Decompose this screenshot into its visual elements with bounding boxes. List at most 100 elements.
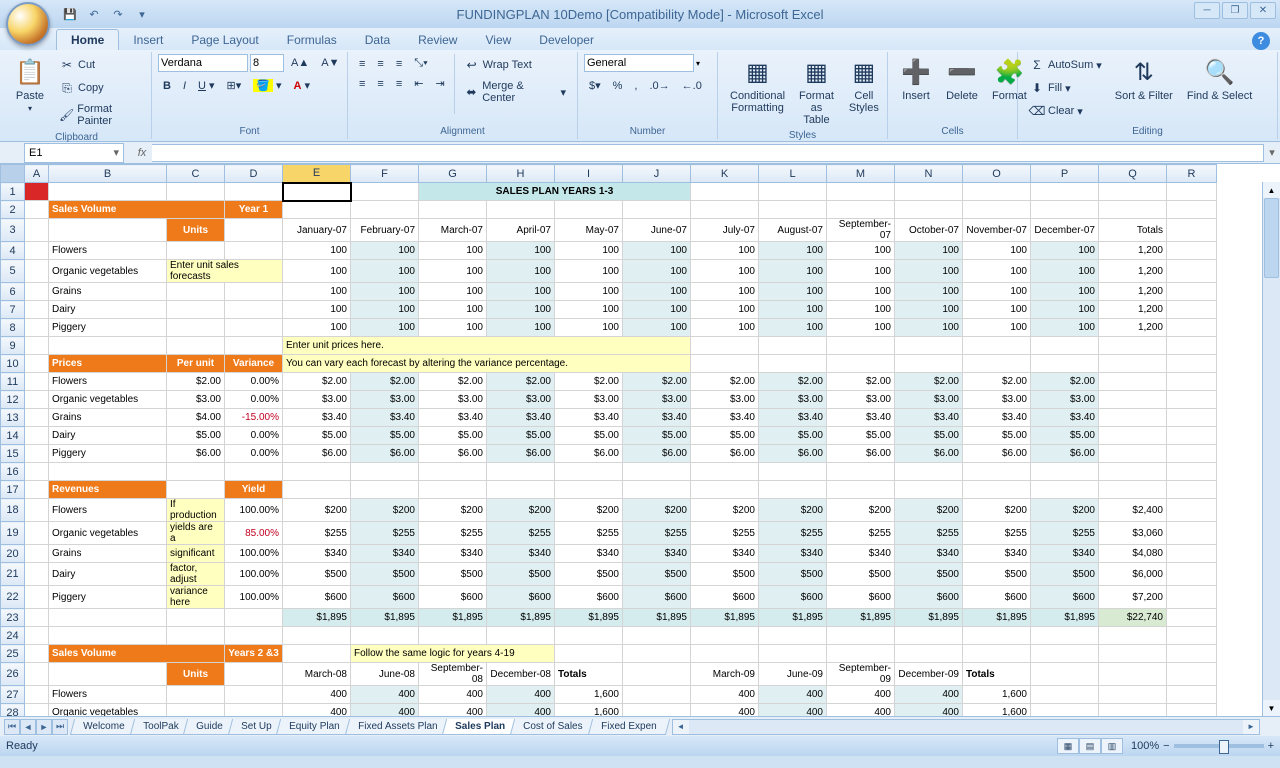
page-layout-view-button[interactable]: ▤ <box>1079 738 1101 754</box>
cell[interactable] <box>1167 301 1217 319</box>
cell[interactable]: $255 <box>963 522 1031 545</box>
cell[interactable]: 100 <box>555 301 623 319</box>
cell[interactable]: 1,600 <box>555 686 623 704</box>
cell[interactable]: 400 <box>691 686 759 704</box>
cell[interactable]: Flowers <box>49 686 167 704</box>
cell[interactable]: $200 <box>827 499 895 522</box>
cell[interactable] <box>1099 686 1167 704</box>
cell[interactable] <box>25 522 49 545</box>
cell[interactable] <box>167 463 225 481</box>
cell[interactable]: 100 <box>623 242 691 260</box>
cell[interactable] <box>827 355 895 373</box>
cell[interactable] <box>49 663 167 686</box>
cell[interactable] <box>25 704 49 717</box>
cell[interactable]: 400 <box>759 686 827 704</box>
cell[interactable] <box>1031 481 1099 499</box>
cell[interactable] <box>225 337 283 355</box>
cell[interactable] <box>487 463 555 481</box>
cell[interactable]: 1,600 <box>963 686 1031 704</box>
cell[interactable]: 100 <box>555 242 623 260</box>
cell[interactable] <box>167 609 225 627</box>
cell[interactable]: 100 <box>691 301 759 319</box>
cell[interactable]: $255 <box>623 522 691 545</box>
cell[interactable] <box>167 301 225 319</box>
cell-styles-button[interactable]: ▦Cell Styles <box>842 54 886 116</box>
cell[interactable] <box>351 183 419 201</box>
cell[interactable]: $3.40 <box>895 409 963 427</box>
tab-review[interactable]: Review <box>404 30 471 50</box>
cell[interactable]: 100.00% <box>225 586 283 609</box>
cell[interactable]: $6.00 <box>759 445 827 463</box>
cell[interactable]: 400 <box>283 686 351 704</box>
column-header[interactable]: 14 <box>1 427 25 445</box>
cell[interactable]: Flowers <box>49 373 167 391</box>
align-middle-button[interactable]: ≡ <box>372 55 388 73</box>
cell[interactable]: Revenues <box>49 481 167 499</box>
cell[interactable] <box>1167 609 1217 627</box>
cell[interactable] <box>827 201 895 219</box>
chevron-down-icon[interactable]: ▾ <box>113 146 119 159</box>
cell[interactable] <box>25 301 49 319</box>
cell[interactable] <box>1167 445 1217 463</box>
cell[interactable] <box>225 686 283 704</box>
cell[interactable]: $200 <box>555 499 623 522</box>
cell[interactable] <box>1167 481 1217 499</box>
sheet-tab[interactable]: ToolPak <box>129 719 191 735</box>
cell[interactable] <box>1031 337 1099 355</box>
cell[interactable]: $255 <box>827 522 895 545</box>
cell[interactable]: $340 <box>487 545 555 563</box>
cell[interactable]: April-07 <box>487 219 555 242</box>
cell[interactable]: $6.00 <box>963 445 1031 463</box>
cell[interactable] <box>25 201 49 219</box>
cell[interactable] <box>759 645 827 663</box>
cell[interactable] <box>895 645 963 663</box>
cell[interactable]: $6.00 <box>419 445 487 463</box>
cell[interactable] <box>283 645 351 663</box>
cell[interactable]: 100 <box>895 260 963 283</box>
bold-button[interactable]: B <box>158 77 176 95</box>
column-header[interactable]: I <box>555 165 623 183</box>
cell[interactable]: $3.00 <box>623 391 691 409</box>
cell[interactable]: $7,200 <box>1099 586 1167 609</box>
cell[interactable]: $3.00 <box>419 391 487 409</box>
cell[interactable]: $3.40 <box>963 409 1031 427</box>
zoom-out-button[interactable]: − <box>1163 740 1169 752</box>
cell[interactable]: $500 <box>623 563 691 586</box>
cell[interactable] <box>25 373 49 391</box>
cell[interactable] <box>623 627 691 645</box>
cell[interactable] <box>895 627 963 645</box>
paste-button[interactable]: 📋Paste▾ <box>8 54 52 115</box>
cell[interactable]: 400 <box>351 686 419 704</box>
cell[interactable]: $2.00 <box>555 373 623 391</box>
cell[interactable]: If production <box>167 499 225 522</box>
cell[interactable]: December-08 <box>487 663 555 686</box>
column-header[interactable]: A <box>25 165 49 183</box>
cell[interactable]: 100 <box>419 319 487 337</box>
cell[interactable] <box>623 463 691 481</box>
column-header[interactable]: 27 <box>1 686 25 704</box>
cell[interactable]: $2,400 <box>1099 499 1167 522</box>
cell[interactable]: Grains <box>49 283 167 301</box>
cell[interactable]: 1,200 <box>1099 301 1167 319</box>
tab-first-icon[interactable]: ⏮ <box>4 719 20 735</box>
column-header[interactable]: 15 <box>1 445 25 463</box>
cell[interactable] <box>25 481 49 499</box>
cell[interactable]: $200 <box>487 499 555 522</box>
cell[interactable] <box>1167 463 1217 481</box>
cell[interactable] <box>1167 645 1217 663</box>
cell[interactable]: $600 <box>283 586 351 609</box>
cell[interactable] <box>1099 183 1167 201</box>
cell[interactable]: $5.00 <box>623 427 691 445</box>
cell[interactable]: 100 <box>487 301 555 319</box>
find-select-button[interactable]: 🔍Find & Select <box>1181 54 1258 104</box>
cell[interactable]: 100 <box>1031 242 1099 260</box>
cell[interactable]: 400 <box>691 704 759 717</box>
cell[interactable] <box>623 686 691 704</box>
cell[interactable]: $1,895 <box>555 609 623 627</box>
cell[interactable]: 100 <box>895 301 963 319</box>
cell[interactable] <box>419 627 487 645</box>
cell[interactable]: $600 <box>487 586 555 609</box>
vertical-scrollbar[interactable] <box>1262 182 1280 716</box>
italic-button[interactable]: I <box>178 77 191 95</box>
cell[interactable]: $600 <box>963 586 1031 609</box>
